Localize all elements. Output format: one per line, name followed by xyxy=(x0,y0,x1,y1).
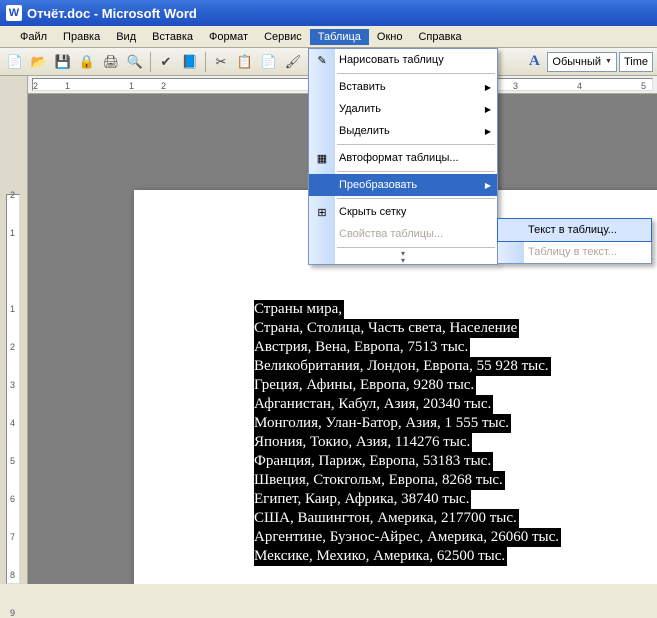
text-line[interactable]: Мексике, Мехико, Америка, 62500 тыс. xyxy=(254,547,507,566)
selected-text[interactable]: Страны мира,Страна, Столица, Часть света… xyxy=(254,300,657,566)
text-line[interactable]: Греция, Афины, Европа, 9280 тыс. xyxy=(254,376,476,395)
word-icon: W xyxy=(6,5,22,21)
menu-edit[interactable]: Правка xyxy=(55,29,108,45)
menu-select-sub[interactable]: Выделить▶ xyxy=(309,120,497,142)
text-line[interactable]: Великобритания, Лондон, Европа, 55 928 т… xyxy=(254,357,551,376)
convert-submenu: Текст в таблицу... Таблицу в текст... xyxy=(497,218,652,264)
vertical-ruler: 21123456789 xyxy=(0,94,28,584)
menu-format[interactable]: Формат xyxy=(201,29,256,45)
title-bar: W Отчёт.doc - Microsoft Word xyxy=(0,0,657,26)
text-line[interactable]: Япония, Токио, Азия, 114276 тыс. xyxy=(254,433,472,452)
font-color-icon[interactable]: A xyxy=(523,51,545,73)
menu-convert-sub[interactable]: Преобразовать▶ xyxy=(309,174,497,196)
table-format-icon: ▦ xyxy=(313,152,331,165)
menu-hide-grid[interactable]: ⊞ Скрыть сетку xyxy=(309,201,497,223)
menu-file[interactable]: Файл xyxy=(12,29,55,45)
open-icon[interactable]: 📂 xyxy=(28,51,50,73)
submenu-text-to-table[interactable]: Текст в таблицу... xyxy=(498,219,651,241)
text-line[interactable]: Страна, Столица, Часть света, Население xyxy=(254,319,519,338)
menu-window[interactable]: Окно xyxy=(369,29,411,45)
text-line[interactable]: Египет, Каир, Африка, 38740 тыс. xyxy=(254,490,471,509)
menu-autoformat[interactable]: ▦ Автоформат таблицы... xyxy=(309,147,497,169)
print-icon[interactable]: 🖨 xyxy=(100,51,122,73)
menu-insert-sub[interactable]: Вставить▶ xyxy=(309,76,497,98)
text-line[interactable]: Швеция, Стокгольм, Европа, 8268 тыс. xyxy=(254,471,505,490)
permission-icon[interactable]: 🔒 xyxy=(76,51,98,73)
menu-insert[interactable]: Вставка xyxy=(144,29,201,45)
text-line[interactable]: Монголия, Улан-Батор, Азия, 1 555 тыс. xyxy=(254,414,511,433)
style-selector[interactable]: Обычный▼ xyxy=(547,52,617,72)
research-icon[interactable]: 📘 xyxy=(179,51,201,73)
preview-icon[interactable]: 🔍 xyxy=(124,51,146,73)
window-title: Отчёт.doc - Microsoft Word xyxy=(27,6,197,21)
text-line[interactable]: США, Вашингтон, Америка, 217700 тыс. xyxy=(254,509,519,528)
submenu-table-to-text: Таблицу в текст... xyxy=(498,241,651,263)
menu-tools[interactable]: Сервис xyxy=(256,29,310,45)
text-line[interactable]: Франция, Париж, Европа, 53183 тыс. xyxy=(254,452,493,471)
cut-icon[interactable]: ✂ xyxy=(210,51,232,73)
format-painter-icon[interactable]: 🖌 xyxy=(282,51,304,73)
menu-table-properties: Свойства таблицы... xyxy=(309,223,497,245)
menu-delete-sub[interactable]: Удалить▶ xyxy=(309,98,497,120)
menu-draw-table[interactable]: ✎ Нарисовать таблицу xyxy=(309,49,497,71)
font-selector[interactable]: Time xyxy=(619,52,653,72)
spell-icon[interactable]: ✔ xyxy=(155,51,177,73)
text-line[interactable]: Аргентине, Буэнос-Айрес, Америка, 26060 … xyxy=(254,528,561,547)
text-line[interactable]: Афганистан, Кабул, Азия, 20340 тыс. xyxy=(254,395,493,414)
table-dropdown-menu: ✎ Нарисовать таблицу Вставить▶ Удалить▶ … xyxy=(308,48,498,265)
new-doc-icon[interactable]: 📄 xyxy=(4,51,26,73)
menu-expand-chevron[interactable]: ▾▾ xyxy=(309,250,497,264)
copy-icon[interactable]: 📋 xyxy=(234,51,256,73)
grid-icon: ⊞ xyxy=(313,206,331,219)
text-line[interactable]: Страны мира, xyxy=(254,300,344,319)
pencil-icon: ✎ xyxy=(313,54,331,67)
save-icon[interactable]: 💾 xyxy=(52,51,74,73)
paste-icon[interactable]: 📄 xyxy=(258,51,280,73)
text-line[interactable]: Австрия, Вена, Европа, 7513 тыс. xyxy=(254,338,470,357)
menu-table[interactable]: Таблица xyxy=(310,29,369,45)
menu-bar: Файл Правка Вид Вставка Формат Сервис Та… xyxy=(0,26,657,48)
menu-help[interactable]: Справка xyxy=(410,29,469,45)
menu-view[interactable]: Вид xyxy=(108,29,144,45)
